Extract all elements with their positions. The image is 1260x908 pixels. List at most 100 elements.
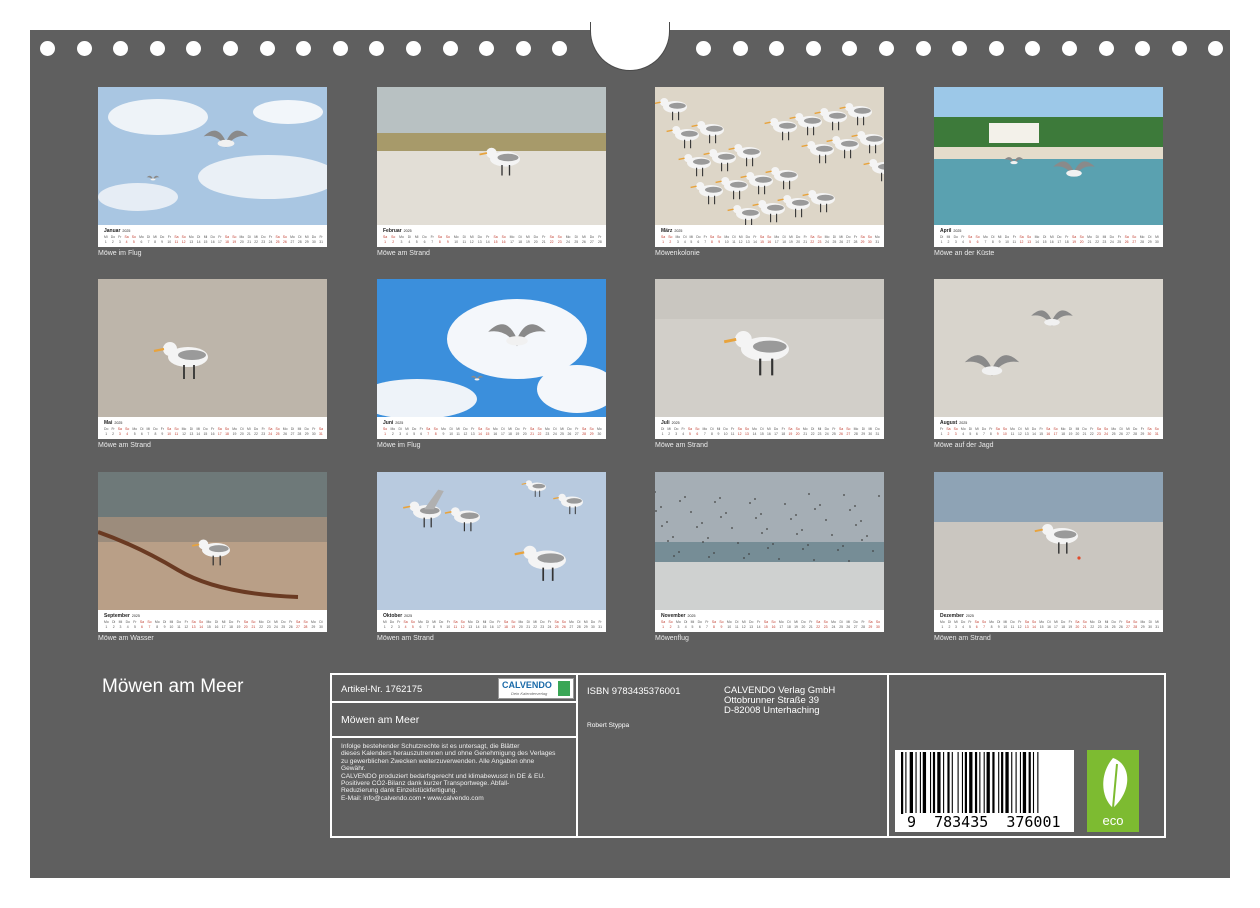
day-cell: Fr 21 bbox=[808, 620, 813, 629]
day-cell: Mi 2 bbox=[667, 427, 671, 436]
month-caption: Möwe im Flug bbox=[377, 442, 421, 449]
day-cell: Fr 15 bbox=[1039, 427, 1044, 436]
day-cell: Mo 28 bbox=[853, 427, 859, 436]
binding-hole bbox=[952, 41, 968, 56]
day-cell: Mi 26 bbox=[846, 620, 851, 629]
day-cell: Do 14 bbox=[1031, 427, 1037, 436]
day-cell: Di 29 bbox=[861, 427, 866, 436]
day-cell: Mi 3 bbox=[118, 620, 123, 629]
binding-hole bbox=[76, 41, 92, 56]
day-cell: Fr 5 bbox=[133, 620, 137, 629]
day-cell: So 28 bbox=[303, 620, 308, 629]
day-cell: Mi 23 bbox=[1102, 235, 1107, 244]
day-cell: Fr 14 bbox=[753, 235, 757, 244]
day-cell: Mi 27 bbox=[1126, 427, 1130, 436]
day-cell: Mi 23 bbox=[817, 427, 822, 436]
month-photo bbox=[655, 279, 884, 417]
day-cell: Sa 4 bbox=[124, 235, 129, 244]
day-cell: Sa 14 bbox=[477, 427, 483, 436]
day-cell: So 10 bbox=[1002, 427, 1007, 436]
day-cell: Di 20 bbox=[240, 427, 244, 436]
day-cell: Mi 26 bbox=[839, 235, 844, 244]
day-cell: So 16 bbox=[501, 235, 506, 244]
day-cell: Di 26 bbox=[1119, 427, 1123, 436]
day-cell: Mi 14 bbox=[196, 427, 201, 436]
day-cell: Mo 31 bbox=[874, 235, 880, 244]
binding-hole bbox=[259, 41, 275, 56]
day-cell: Mi 24 bbox=[1104, 620, 1109, 629]
day-cell: Fr 22 bbox=[1089, 427, 1094, 436]
day-cell: So 6 bbox=[975, 235, 980, 244]
day-cell: Sa 31 bbox=[318, 427, 323, 436]
day-cell: Di 30 bbox=[1148, 620, 1153, 629]
binding-hole bbox=[879, 41, 894, 56]
day-cell: Mi 12 bbox=[741, 620, 746, 629]
day-cell: Di 16 bbox=[214, 620, 219, 629]
legal-line: zu gewerblichen Zwecken weiterzuverwende… bbox=[341, 757, 535, 765]
day-row: Sa 1 So 2 Mo 3 Di 4 Mi 5 Do 6 Fr 7 Sa 8 So 9 Mo 10 Di 11 Mi 12 D… bbox=[661, 235, 880, 245]
month-caption: Möwen am Strand bbox=[377, 635, 434, 642]
day-cell: Fr 25 bbox=[832, 427, 836, 436]
day-cell: Di 1 bbox=[661, 427, 665, 436]
day-cell: Fr 16 bbox=[210, 427, 215, 436]
day-cell: Mo 14 bbox=[752, 427, 757, 436]
day-cell: Di 19 bbox=[1068, 427, 1073, 436]
day-cell: Mi 15 bbox=[482, 620, 487, 629]
day-cell: Fr 11 bbox=[730, 427, 735, 436]
day-cell: So 5 bbox=[410, 620, 415, 629]
day-cell: Di 28 bbox=[576, 620, 581, 629]
day-cell: Di 6 bbox=[140, 427, 144, 436]
day-cell: So 16 bbox=[771, 620, 776, 629]
day-cell: Mo 5 bbox=[132, 427, 138, 436]
month-photo bbox=[377, 87, 606, 225]
day-cell: Di 4 bbox=[684, 620, 688, 629]
day-cell: Di 18 bbox=[782, 235, 786, 244]
day-cell: Mi 12 bbox=[738, 235, 743, 244]
month-name: Januar 2025 bbox=[104, 228, 131, 234]
month-photo bbox=[377, 279, 606, 417]
day-cell: Fr 26 bbox=[1118, 620, 1123, 629]
day-cell: Sa 1 bbox=[661, 620, 666, 629]
day-cell: Di 11 bbox=[462, 235, 466, 244]
day-cell: So 2 bbox=[391, 235, 396, 244]
day-cell: Mi 31 bbox=[1155, 620, 1159, 629]
day-cell: Fr 14 bbox=[756, 620, 761, 629]
month-name: November 2025 bbox=[661, 613, 696, 619]
day-cell: Mi 26 bbox=[582, 235, 586, 244]
day-cell: So 9 bbox=[717, 235, 722, 244]
day-cell: Mo 29 bbox=[1140, 620, 1146, 629]
day-row: Di 1 Mi 2 Do 3 Fr 4 Sa 5 So 6 Mo 7 Di 8 Mi 9 Do 10 Fr 11 Sa 12 S… bbox=[940, 235, 1159, 245]
day-row: Mi 1 Do 2 Fr 3 Sa 4 So 5 Mo 6 Di 7 Mi 8 Do 9 Fr 10 Sa 11 So 12 M… bbox=[104, 235, 323, 245]
info-title: Möwen am Meer bbox=[341, 714, 420, 726]
day-cell: Di 23 bbox=[266, 620, 271, 629]
day-cell: Fr 19 bbox=[236, 620, 241, 629]
day-cell: Do 13 bbox=[477, 235, 482, 244]
day-cell: Fr 17 bbox=[497, 620, 501, 629]
day-cell: Di 30 bbox=[319, 620, 323, 629]
day-cell: Di 2 bbox=[112, 620, 116, 629]
day-cell: Di 16 bbox=[1047, 620, 1051, 629]
binding-hole bbox=[479, 41, 495, 56]
binding-hole bbox=[369, 41, 385, 56]
day-cell: Mi 7 bbox=[146, 427, 151, 436]
binding-hole bbox=[223, 41, 238, 56]
day-row: Sa 1 So 2 Mo 3 Di 4 Mi 5 Do 6 Fr 7 Sa 8 So 9 Mo 10 Di 11 Mi 12 D… bbox=[383, 235, 602, 245]
day-cell: Fr 10 bbox=[446, 620, 451, 629]
month-caption: Möwe am Strand bbox=[98, 442, 151, 449]
day-cell: Do 6 bbox=[696, 235, 701, 244]
eco-label: eco bbox=[1103, 813, 1124, 828]
day-cell: Fr 4 bbox=[681, 427, 685, 436]
day-cell: Sa 15 bbox=[763, 620, 769, 629]
day-cell: Mo 16 bbox=[492, 427, 498, 436]
day-cell: Do 17 bbox=[773, 427, 779, 436]
day-cell: Di 17 bbox=[501, 427, 505, 436]
day-cell: Do 25 bbox=[281, 620, 286, 629]
day-cell: Mo 17 bbox=[774, 235, 780, 244]
day-cell: Do 13 bbox=[749, 620, 754, 629]
logo-text: CALVENDO bbox=[502, 680, 552, 690]
month-year: 2025 bbox=[131, 614, 140, 618]
day-cell: Do 24 bbox=[1109, 235, 1115, 244]
day-cell: Do 22 bbox=[253, 427, 259, 436]
day-cell: Di 5 bbox=[968, 427, 972, 436]
cover-title: Möwen am Meer bbox=[102, 676, 244, 697]
